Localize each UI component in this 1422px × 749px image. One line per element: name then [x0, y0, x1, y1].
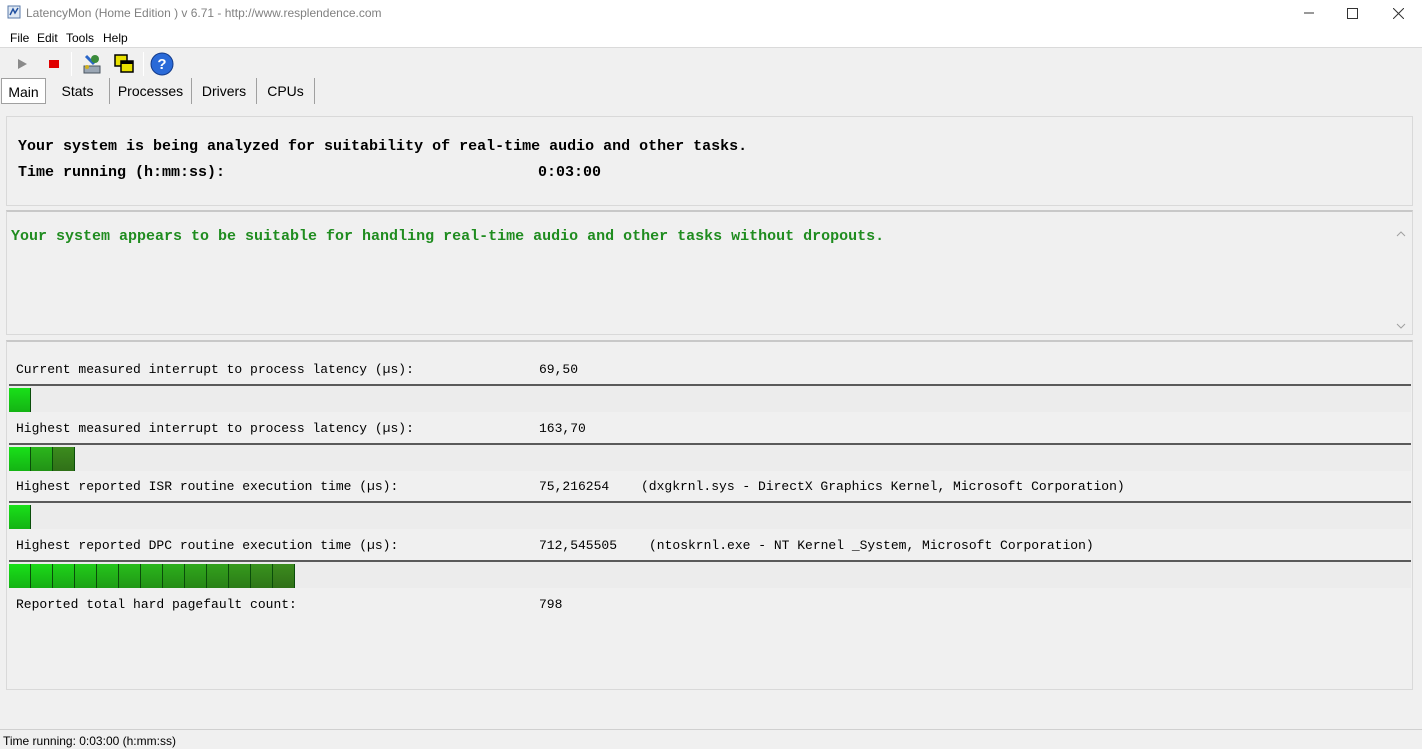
bar-segment [9, 564, 31, 588]
menu-help[interactable]: Help [103, 31, 128, 45]
metric-label: Reported total hard pagefault count: [16, 597, 297, 612]
metric-label: Highest reported ISR routine execution t… [16, 479, 399, 494]
app-icon [7, 5, 21, 19]
bar-segment [207, 564, 229, 588]
metric-value: 712,545505 [539, 538, 618, 553]
minimize-button[interactable] [1286, 0, 1332, 26]
tab-drivers[interactable]: Drivers [192, 78, 257, 104]
windows-icon [114, 54, 134, 73]
latency-bar-fill [9, 447, 75, 473]
tab-main-label: Main [8, 84, 39, 100]
latency-bar-fill [9, 564, 295, 590]
menu-tools[interactable]: Tools [66, 31, 94, 45]
latency-bar [9, 443, 1411, 471]
start-button[interactable] [10, 51, 34, 77]
analyze-icon [83, 54, 101, 74]
metric-detail: (dxgkrnl.sys - DirectX Graphics Kernel, … [641, 479, 1125, 494]
bar-segment [229, 564, 251, 588]
toolbar-separator [143, 52, 144, 76]
bar-segment [97, 564, 119, 588]
analysis-panel: Your system is being analyzed for suitab… [6, 116, 1413, 206]
stop-icon [49, 60, 59, 68]
tab-cpus-label: CPUs [267, 83, 304, 99]
close-icon [1392, 7, 1404, 19]
help-icon: ? [150, 52, 174, 76]
latency-panel: Current measured interrupt to process la… [6, 340, 1413, 690]
maximize-icon [1346, 7, 1358, 19]
scroll-down-icon[interactable] [1396, 322, 1406, 330]
maximize-button[interactable] [1329, 0, 1375, 26]
metric-detail: (ntoskrnl.exe - NT Kernel _System, Micro… [649, 538, 1094, 553]
bar-segment [31, 564, 53, 588]
stop-button[interactable] [42, 51, 66, 77]
tab-cpus[interactable]: CPUs [257, 78, 315, 104]
metric-value: 69,50 [539, 362, 579, 377]
status-text: Time running: 0:03:00 (h:mm:ss) [3, 734, 176, 748]
metric-label: Current measured interrupt to process la… [16, 362, 414, 377]
play-icon [18, 59, 27, 69]
title-bar: LatencyMon (Home Edition ) v 6.71 - http… [0, 0, 1422, 26]
metric-value: 798 [539, 597, 563, 612]
windows-button[interactable] [112, 51, 136, 77]
bar-segment [53, 564, 75, 588]
bar-segment [75, 564, 97, 588]
close-button[interactable] [1375, 0, 1421, 26]
metric-label: Highest measured interrupt to process la… [16, 421, 414, 436]
tab-main[interactable]: Main [1, 78, 46, 104]
latency-bar [9, 560, 1411, 588]
menu-edit[interactable]: Edit [37, 31, 58, 45]
scroll-up-icon[interactable] [1396, 230, 1406, 238]
svg-text:?: ? [157, 56, 166, 73]
bar-segment [273, 564, 295, 588]
tab-processes[interactable]: Processes [110, 78, 192, 104]
metric-label: Highest reported DPC routine execution t… [16, 538, 399, 553]
time-running-value: 0:03:00 [538, 164, 602, 181]
latency-bar-fill [9, 388, 31, 414]
menu-bar: File Edit Tools Help [0, 26, 1422, 48]
bar-segment [185, 564, 207, 588]
latency-bar [9, 501, 1411, 529]
bar-segment [9, 447, 31, 471]
bar-segment [9, 505, 31, 529]
tab-stats[interactable]: Stats [46, 78, 110, 104]
bar-segment [9, 388, 31, 412]
result-message: Your system appears to be suitable for h… [11, 228, 885, 245]
bar-segment [251, 564, 273, 588]
time-running-label: Time running (h:mm:ss): [18, 164, 226, 181]
tab-processes-label: Processes [117, 83, 184, 99]
latency-bar [9, 384, 1411, 412]
tab-drivers-label: Drivers [201, 83, 247, 99]
latency-bar-fill [9, 505, 31, 531]
bar-segment [119, 564, 141, 588]
toolbar: ? [0, 48, 1422, 78]
analyze-button[interactable] [80, 51, 104, 77]
bar-segment [163, 564, 185, 588]
status-bar: Time running: 0:03:00 (h:mm:ss) [0, 729, 1422, 749]
metric-value: 75,216254 [539, 479, 610, 494]
tab-stats-label: Stats [61, 83, 94, 99]
toolbar-separator [71, 52, 72, 76]
tab-bar: Main Stats Processes Drivers CPUs [0, 78, 1422, 104]
bar-segment [53, 447, 75, 471]
bar-segment [31, 447, 53, 471]
minimize-icon [1304, 12, 1314, 14]
menu-file[interactable]: File [10, 31, 29, 45]
result-panel: Your system appears to be suitable for h… [6, 210, 1413, 335]
metric-value: 163,70 [539, 421, 586, 436]
bar-segment [141, 564, 163, 588]
analysis-status: Your system is being analyzed for suitab… [18, 138, 748, 155]
window-title: LatencyMon (Home Edition ) v 6.71 - http… [26, 6, 382, 20]
help-button[interactable]: ? [150, 51, 174, 77]
